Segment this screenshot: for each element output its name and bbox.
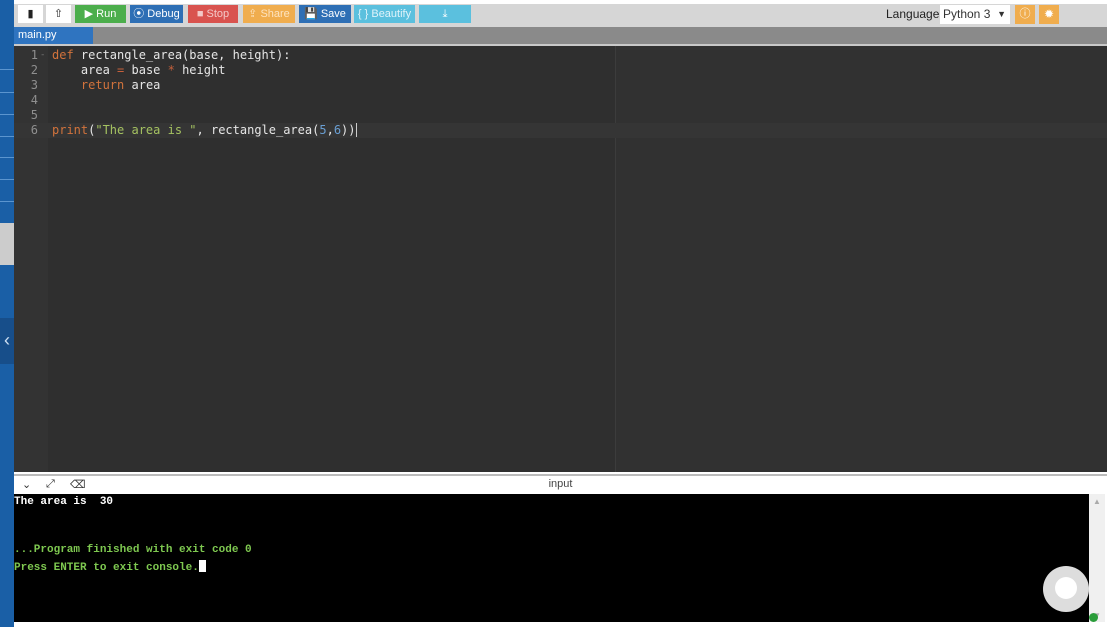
- info-button[interactable]: ⓘ: [1015, 5, 1035, 24]
- debug-button[interactable]: ⦿ Debug: [130, 5, 183, 23]
- line-number: 2: [30, 63, 38, 77]
- upload-button[interactable]: ⇧: [46, 5, 71, 23]
- sidebar-divider: [0, 179, 14, 180]
- gear-icon: ✹: [1043, 7, 1055, 21]
- line-number: 6: [30, 123, 38, 137]
- left-sidebar: ‹: [0, 0, 14, 627]
- file-tabs: main.py: [14, 27, 1107, 44]
- info-icon: ⓘ: [1019, 8, 1031, 20]
- language-select[interactable]: Python 3 ▼: [940, 5, 1010, 24]
- language-label: Language: [886, 7, 940, 21]
- sidebar-divider: [0, 69, 14, 70]
- download-button[interactable]: ⤓: [419, 5, 471, 23]
- console-line: The area is 30: [14, 496, 114, 508]
- console-header: ⌄ ⤢ ⌫ input: [14, 474, 1107, 494]
- collapse-sidebar-button[interactable]: ‹: [0, 318, 14, 364]
- settings-button[interactable]: ✹: [1039, 5, 1059, 24]
- language-value: Python 3: [943, 7, 991, 21]
- chat-button[interactable]: [1043, 566, 1089, 612]
- save-button[interactable]: 💾 Save: [299, 5, 351, 23]
- line-number: 1: [30, 48, 38, 62]
- console-scrollbar[interactable]: ▲ ▼: [1089, 494, 1105, 622]
- sidebar-divider: [0, 114, 14, 115]
- sidebar-divider: [0, 136, 14, 137]
- stop-button[interactable]: ■ Stop: [188, 5, 238, 23]
- code-line: def rectangle_area(base, height):: [52, 48, 291, 62]
- text-cursor: [355, 123, 357, 137]
- console-cursor: [198, 560, 206, 572]
- sidebar-item[interactable]: [0, 223, 14, 265]
- download-icon: ⤓: [442, 8, 448, 20]
- tab-main-py[interactable]: main.py: [14, 27, 93, 44]
- console-output[interactable]: The area is 30 ...Program finished with …: [14, 494, 1089, 622]
- share-button[interactable]: ⇪ Share: [243, 5, 295, 23]
- code-editor[interactable]: 1- def rectangle_area(base, height): 2 ar…: [14, 44, 1107, 472]
- console-line: Press ENTER to exit console.: [14, 560, 206, 574]
- sidebar-divider: [0, 92, 14, 93]
- new-file-button[interactable]: ▮: [18, 5, 43, 23]
- code-line: print("The area is ", rectangle_area(5,6…: [52, 123, 357, 137]
- console-line: ...Program finished with exit code 0: [14, 544, 252, 556]
- file-icon: ▮: [27, 8, 34, 20]
- sidebar-divider: [0, 201, 14, 202]
- fold-icon[interactable]: -: [40, 48, 45, 63]
- line-number: 3: [30, 78, 38, 92]
- scroll-up-icon[interactable]: ▲: [1093, 497, 1101, 506]
- sidebar-divider: [0, 157, 14, 158]
- run-button[interactable]: ▶ Run: [75, 5, 126, 23]
- upload-icon: ⇧: [53, 8, 64, 20]
- chat-bubble-icon: [1055, 577, 1077, 599]
- toolbar: ▮ ⇧ ▶ Run ⦿ Debug ■ Stop ⇪ Share 💾 Save …: [14, 0, 1107, 27]
- line-number: 5: [30, 108, 38, 122]
- code-line: area = base * height: [52, 63, 226, 77]
- code-line: return area: [80, 78, 161, 92]
- console-tab-input[interactable]: input: [14, 478, 1107, 490]
- line-number: 4: [30, 93, 38, 107]
- status-icon: [1089, 613, 1098, 622]
- chevron-down-icon: ▼: [997, 9, 1006, 19]
- beautify-button[interactable]: { } Beautify: [354, 5, 415, 23]
